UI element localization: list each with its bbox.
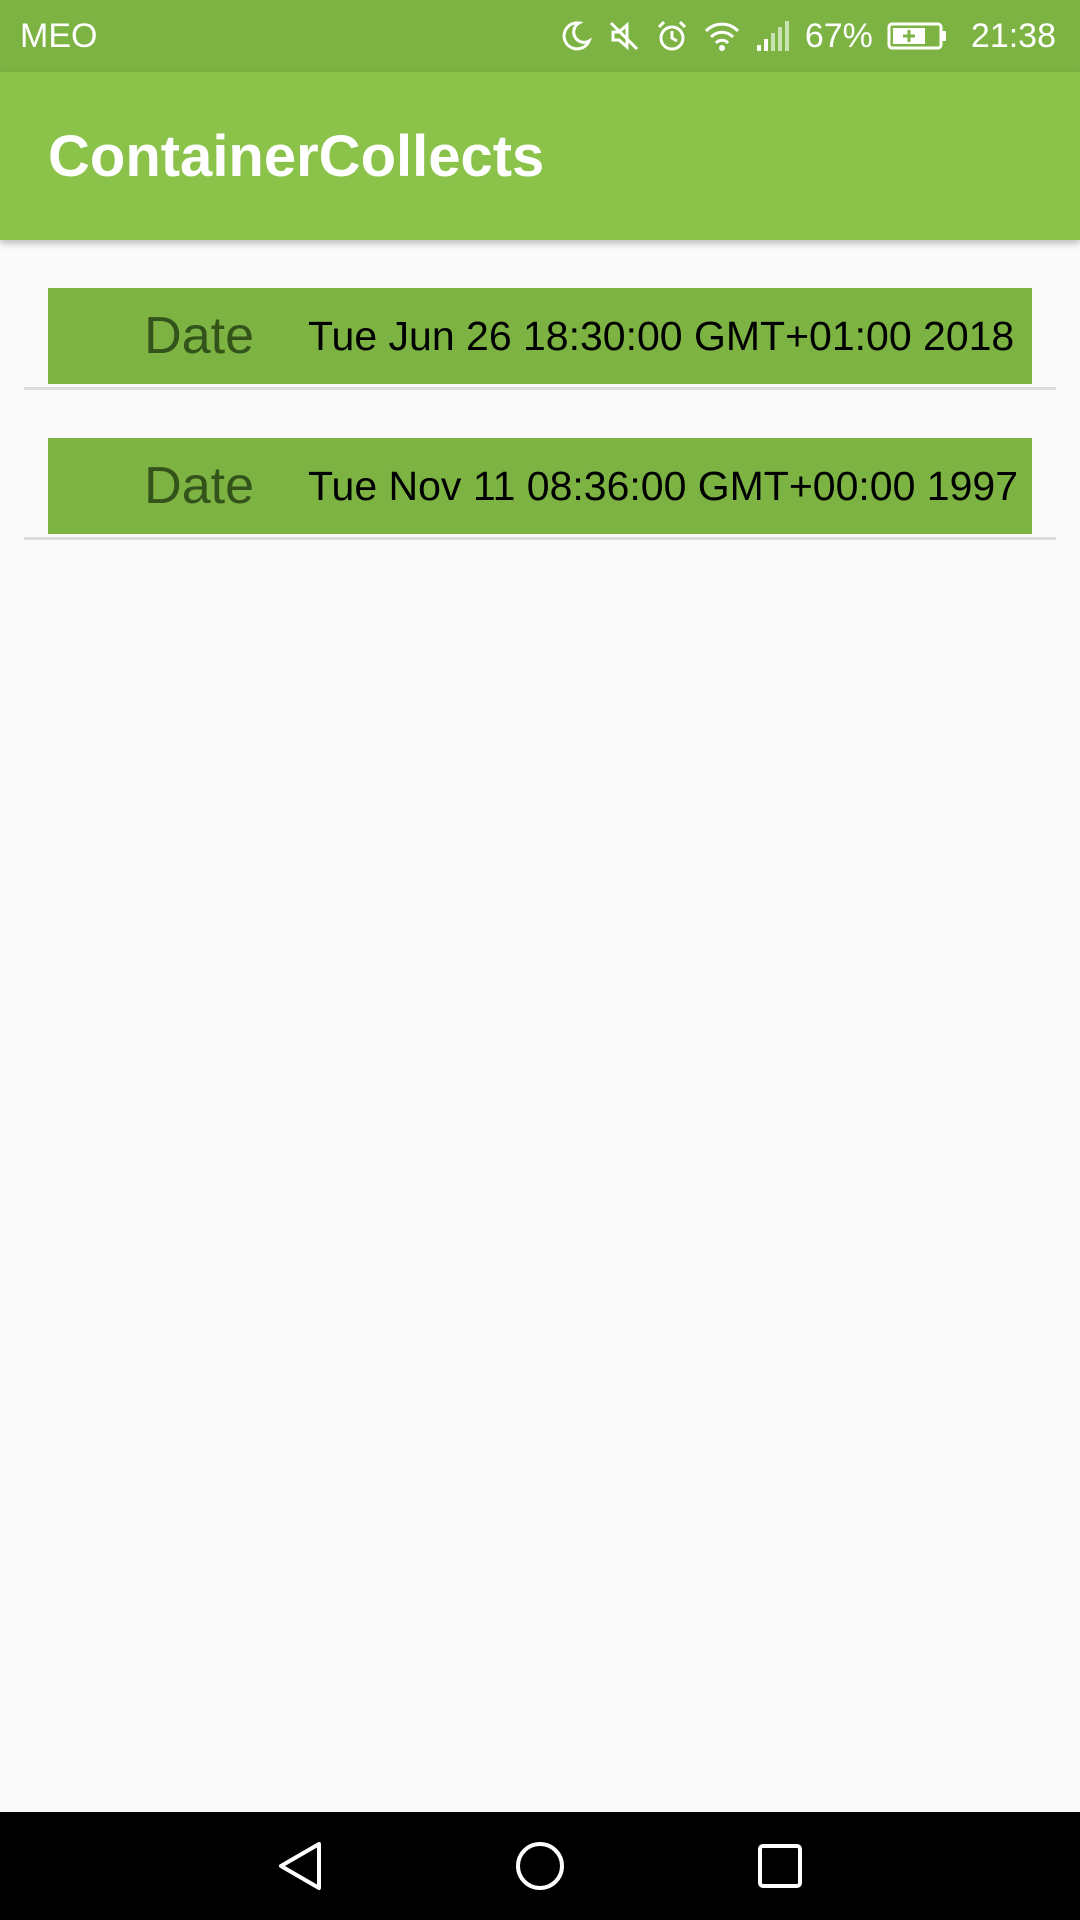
battery-charging-icon	[887, 21, 947, 51]
list-item[interactable]: Date Tue Nov 11 08:36:00 GMT+00:00 1997	[24, 390, 1056, 540]
navigation-bar	[0, 1812, 1080, 1920]
clock: 21:38	[970, 16, 1056, 55]
date-list: Date Tue Jun 26 18:30:00 GMT+01:00 2018 …	[24, 240, 1056, 540]
date-value: Tue Nov 11 08:36:00 GMT+00:00 1997	[308, 462, 1018, 509]
home-icon	[516, 1842, 564, 1890]
date-value: Tue Jun 26 18:30:00 GMT+01:00 2018	[308, 312, 1015, 359]
mute-icon	[607, 19, 641, 53]
recents-button[interactable]	[725, 1812, 835, 1920]
home-button[interactable]	[485, 1812, 595, 1920]
signal-icon	[755, 19, 789, 53]
alarm-icon	[655, 19, 689, 53]
date-card[interactable]: Date Tue Jun 26 18:30:00 GMT+01:00 2018	[48, 288, 1032, 384]
recents-icon	[758, 1844, 802, 1888]
list-item[interactable]: Date Tue Jun 26 18:30:00 GMT+01:00 2018	[24, 240, 1056, 390]
app-bar: ContainerCollects	[0, 72, 1080, 240]
date-card[interactable]: Date Tue Nov 11 08:36:00 GMT+00:00 1997	[48, 438, 1032, 534]
status-bar: MEO 67% 21:38	[0, 0, 1080, 72]
moon-icon	[559, 19, 593, 53]
wifi-icon	[703, 19, 741, 53]
app-title: ContainerCollects	[48, 123, 545, 189]
battery-percent: 67%	[804, 16, 873, 55]
carrier-name: MEO	[20, 16, 98, 55]
date-label: Date	[144, 307, 254, 365]
back-icon	[279, 1842, 321, 1890]
status-icons: 67% 21:38	[559, 17, 1056, 56]
back-button[interactable]	[245, 1812, 355, 1920]
date-label: Date	[144, 457, 254, 515]
